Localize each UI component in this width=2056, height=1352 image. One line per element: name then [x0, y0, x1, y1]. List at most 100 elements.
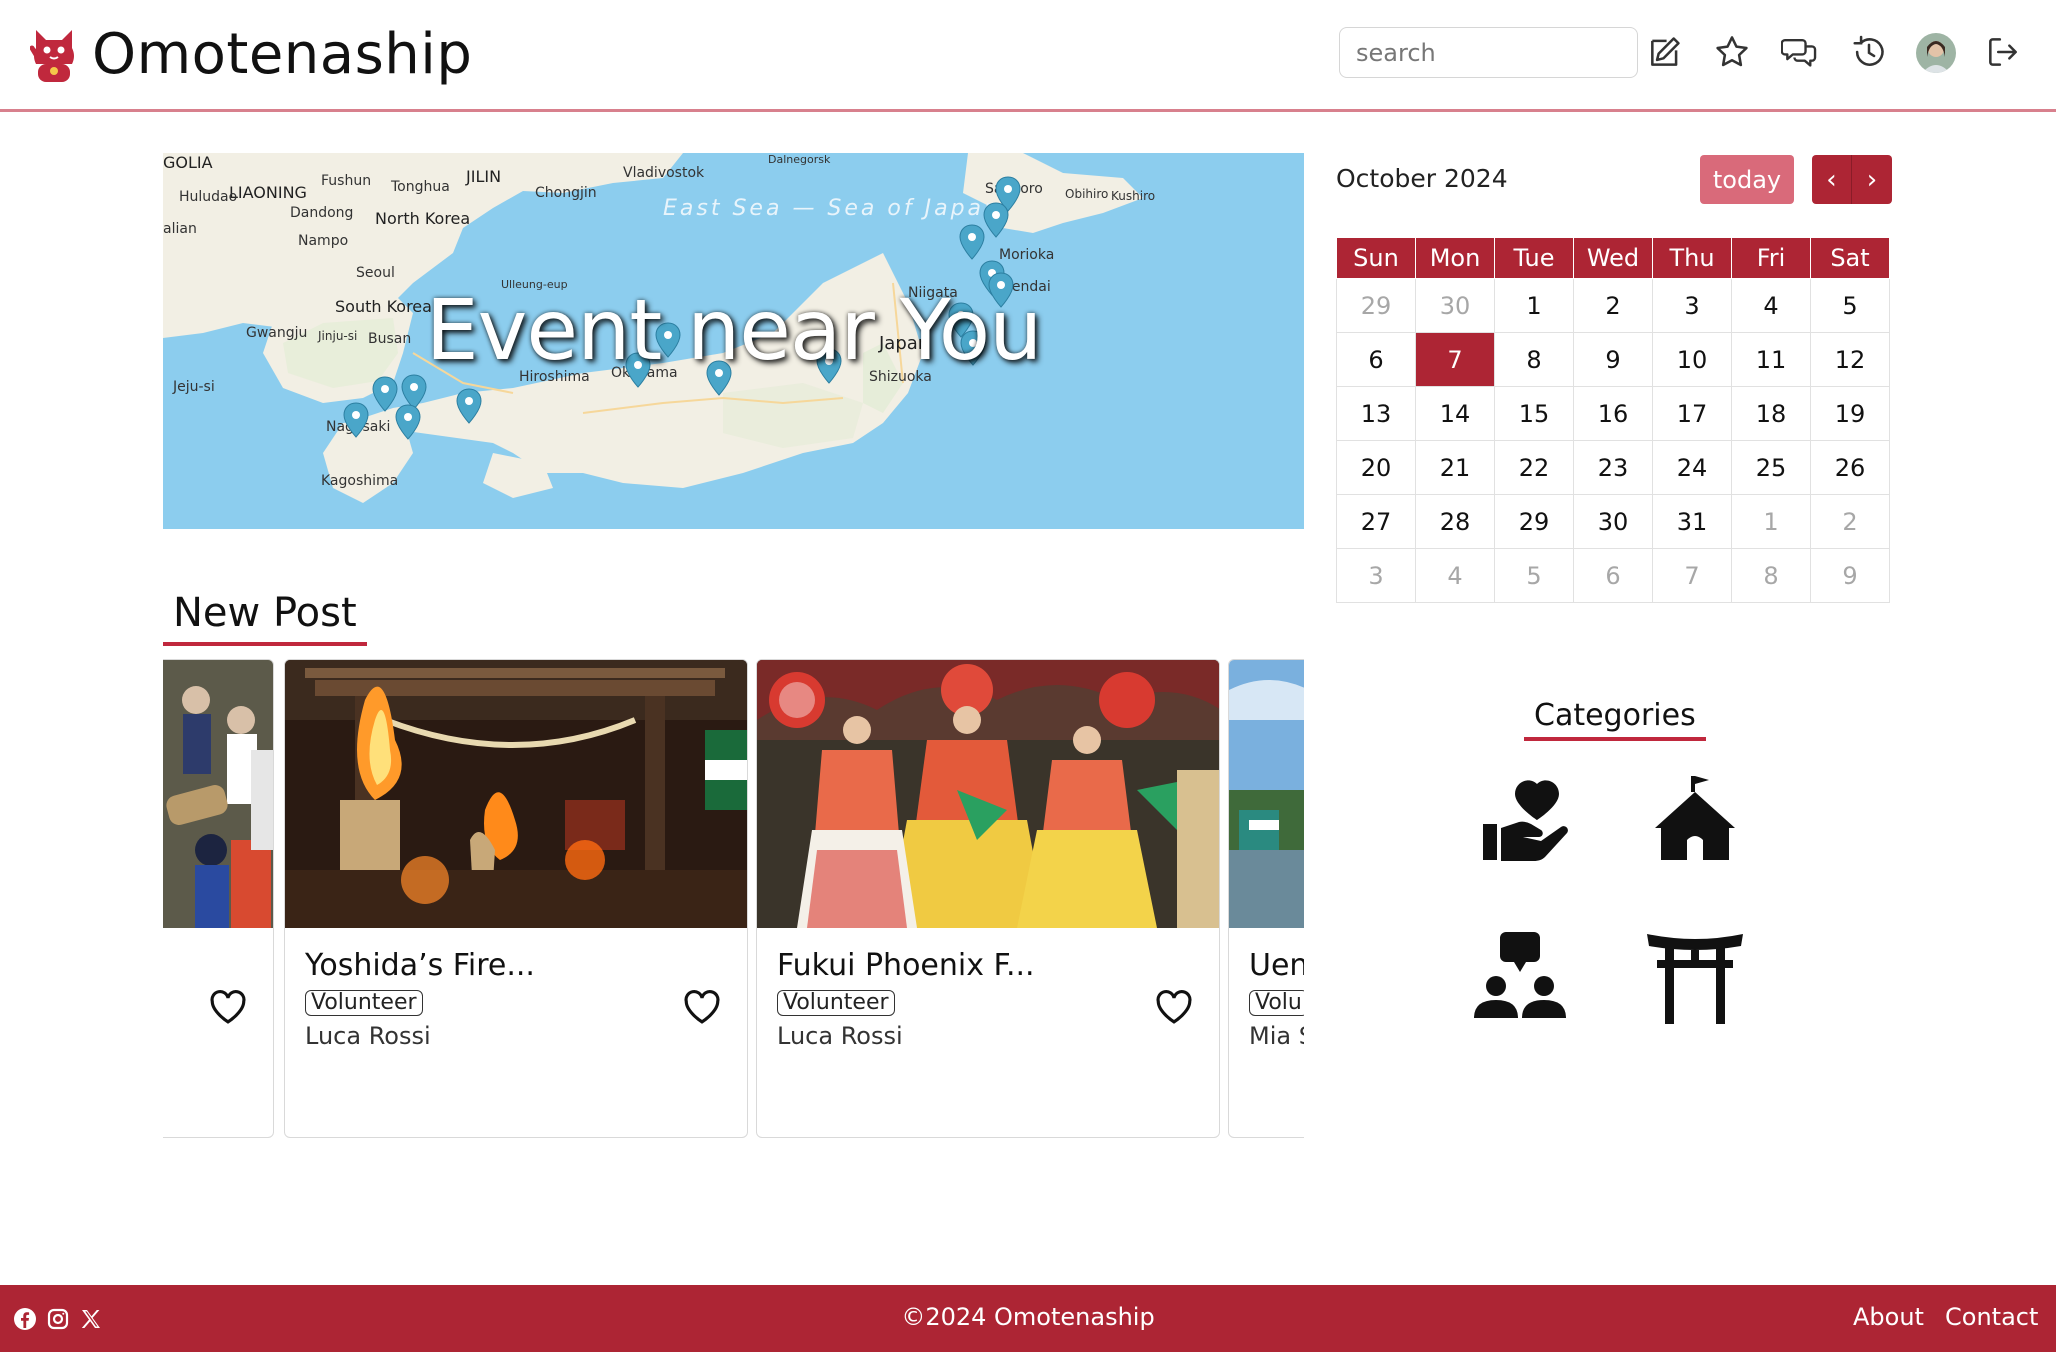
footer: ©2024 Omotenaship About Contact [0, 1285, 2056, 1352]
brand-name: Omotenaship [92, 22, 473, 87]
calendar-day[interactable]: 13 [1336, 386, 1416, 441]
footer-copyright: ©2024 Omotenaship [901, 1303, 1155, 1331]
post-tag[interactable]: Volunteer [777, 990, 895, 1016]
calendar-day[interactable]: 29 [1494, 494, 1574, 549]
calendar-day[interactable]: 22 [1494, 440, 1574, 495]
calendar-day[interactable]: 9 [1573, 332, 1653, 387]
calendar-day[interactable]: 17 [1652, 386, 1732, 441]
calendar-grid: Sun Mon Tue Wed Thu Fri Sat 29 30 1 2 3 … [1336, 237, 1890, 603]
calendar-day[interactable]: 12 [1810, 332, 1890, 387]
calendar-day[interactable]: 1 [1731, 494, 1811, 549]
calendar-day[interactable]: 8 [1731, 548, 1811, 603]
map-marker-icon[interactable] [983, 202, 1009, 238]
community-icon[interactable] [1470, 928, 1570, 1028]
calendar-day[interactable]: 30 [1415, 278, 1495, 333]
calendar-day[interactable]: 11 [1731, 332, 1811, 387]
post-title[interactable]: Fukui Phoenix F... [777, 948, 1035, 983]
favorite-heart-icon[interactable] [681, 986, 723, 1028]
calendar-week-row: 3 4 5 6 7 8 9 [1336, 548, 1890, 603]
edit-icon[interactable] [1646, 33, 1684, 71]
calendar-day[interactable]: 23 [1573, 440, 1653, 495]
calendar-day[interactable]: 10 [1652, 332, 1732, 387]
map-marker-icon[interactable] [343, 402, 369, 438]
history-icon[interactable] [1850, 33, 1888, 71]
calendar-day[interactable]: 3 [1336, 548, 1416, 603]
calendar-day[interactable]: 6 [1336, 332, 1416, 387]
calendar-day[interactable]: 26 [1810, 440, 1890, 495]
post-image[interactable] [757, 660, 1219, 928]
post-author[interactable]: Mia S [1249, 1022, 1304, 1050]
calendar-day[interactable]: 1 [1494, 278, 1574, 333]
post-card[interactable]: Fukui Phoenix F... Volunteer Luca Rossi [756, 659, 1220, 1138]
calendar-day[interactable]: 20 [1336, 440, 1416, 495]
post-author[interactable]: Luca Rossi [305, 1022, 431, 1050]
footer-about-link[interactable]: About [1853, 1303, 1924, 1331]
weekday-header: Sat [1810, 237, 1890, 279]
weekday-header: Mon [1415, 237, 1495, 279]
post-card[interactable]: Yoshida’s Fire... Volunteer Luca Rossi [284, 659, 748, 1138]
calendar-day[interactable]: 2 [1573, 278, 1653, 333]
today-button[interactable]: today [1700, 155, 1794, 204]
calendar-day[interactable]: 28 [1415, 494, 1495, 549]
calendar-day[interactable]: 5 [1494, 548, 1574, 603]
weekday-header: Tue [1494, 237, 1574, 279]
event-map[interactable]: GOLIA LIAONING JILIN Fushun Tonghua Vlad… [163, 153, 1304, 529]
calendar-day[interactable]: 18 [1731, 386, 1811, 441]
map-marker-icon[interactable] [372, 376, 398, 412]
calendar-day[interactable]: 4 [1731, 278, 1811, 333]
calendar-day[interactable]: 7 [1652, 548, 1732, 603]
calendar-week-row: 29 30 1 2 3 4 5 [1336, 278, 1890, 333]
map-marker-icon[interactable] [456, 388, 482, 424]
avatar[interactable] [1916, 33, 1956, 73]
calendar-day[interactable]: 25 [1731, 440, 1811, 495]
calendar-day[interactable]: 6 [1573, 548, 1653, 603]
weekday-header: Sun [1336, 237, 1416, 279]
post-title[interactable]: Uen [1249, 948, 1304, 983]
calendar-day[interactable]: 31 [1652, 494, 1732, 549]
map-marker-icon[interactable] [959, 224, 985, 260]
calendar-day[interactable]: 8 [1494, 332, 1574, 387]
weekday-header: Fri [1731, 237, 1811, 279]
calendar-day[interactable]: 29 [1336, 278, 1416, 333]
post-card[interactable]: Uen Volu Mia S [1228, 659, 1304, 1138]
calendar-day-selected[interactable]: 7 [1415, 332, 1495, 387]
footer-contact-link[interactable]: Contact [1945, 1303, 2038, 1331]
calendar-day[interactable]: 21 [1415, 440, 1495, 495]
calendar-day[interactable]: 3 [1652, 278, 1732, 333]
calendar-day[interactable]: 27 [1336, 494, 1416, 549]
post-image[interactable] [1229, 660, 1304, 928]
lucky-cat-logo-icon [30, 29, 74, 82]
calendar-day[interactable]: 16 [1573, 386, 1653, 441]
calendar-day[interactable]: 2 [1810, 494, 1890, 549]
favorite-heart-icon[interactable] [1153, 986, 1195, 1028]
calendar-day[interactable]: 30 [1573, 494, 1653, 549]
calendar-day[interactable]: 14 [1415, 386, 1495, 441]
volunteer-icon[interactable] [1475, 772, 1575, 872]
chat-icon[interactable] [1780, 33, 1819, 71]
shrine-icon[interactable] [1645, 928, 1745, 1028]
post-image[interactable] [285, 660, 747, 928]
calendar-day[interactable]: 24 [1652, 440, 1732, 495]
favorite-heart-icon[interactable] [207, 986, 249, 1028]
post-carousel[interactable]: Yoshida’s Fire... Volunteer Luca Rossi F… [163, 659, 1304, 1140]
calendar-day[interactable]: 9 [1810, 548, 1890, 603]
search-input[interactable] [1339, 27, 1638, 78]
calendar-next-button[interactable]: › [1852, 155, 1892, 204]
map-marker-icon[interactable] [401, 374, 427, 410]
post-card[interactable] [163, 659, 274, 1138]
calendar-day[interactable]: 4 [1415, 548, 1495, 603]
post-author[interactable]: Luca Rossi [777, 1022, 903, 1050]
map-marker-icon[interactable] [395, 404, 421, 440]
school-icon[interactable] [1645, 772, 1745, 872]
post-title[interactable]: Yoshida’s Fire... [305, 948, 535, 983]
calendar-day[interactable]: 15 [1494, 386, 1574, 441]
post-tag[interactable]: Volu [1249, 990, 1304, 1016]
post-tag[interactable]: Volunteer [305, 990, 423, 1016]
logout-icon[interactable] [1984, 33, 2022, 71]
brand[interactable]: Omotenaship [30, 22, 472, 87]
calendar-prev-button[interactable]: ‹ [1812, 155, 1852, 204]
star-icon[interactable] [1713, 33, 1751, 71]
calendar-day[interactable]: 19 [1810, 386, 1890, 441]
post-image[interactable] [163, 660, 273, 928]
calendar-day[interactable]: 5 [1810, 278, 1890, 333]
